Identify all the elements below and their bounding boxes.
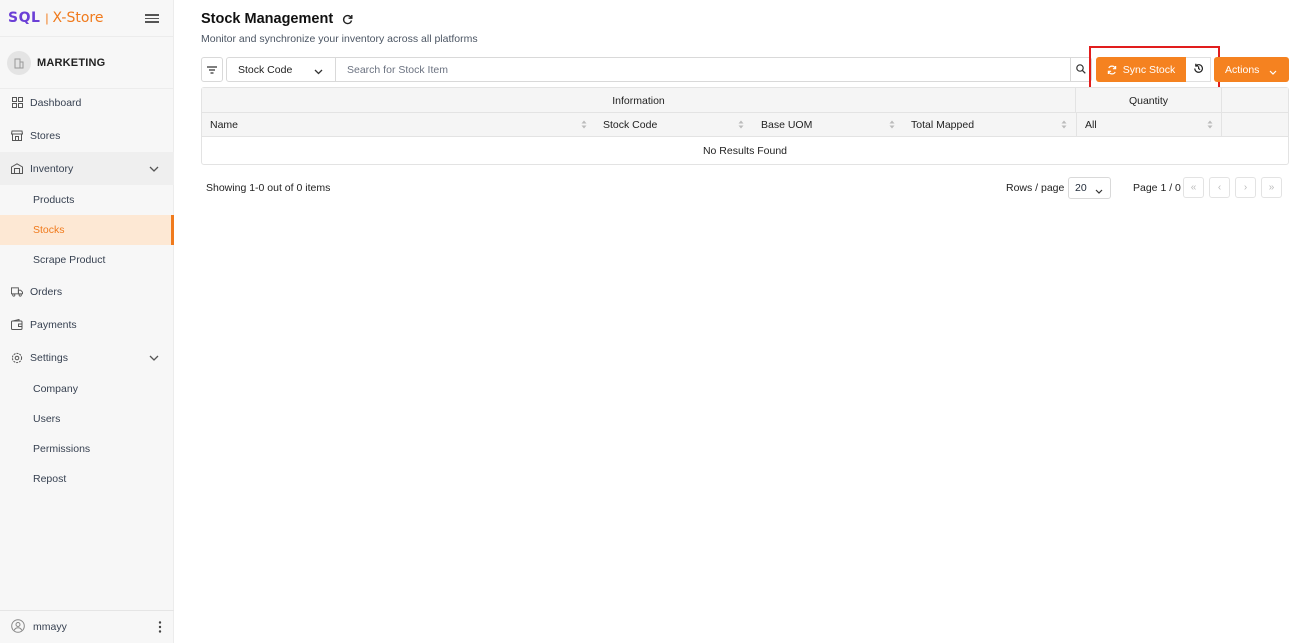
- sort-icon: [1061, 120, 1067, 129]
- stock-table: Information Quantity Name Stock Code Bas…: [201, 87, 1289, 165]
- sidebar-nav: Dashboard Stores Inventory Products Stoc…: [0, 86, 174, 494]
- org-name: MARKETING: [37, 56, 106, 69]
- sidebar-item-label: Dashboard: [30, 96, 82, 109]
- building-icon: [7, 50, 31, 75]
- store-icon: [11, 130, 23, 142]
- sync-history-button[interactable]: [1186, 57, 1211, 82]
- sort-icon: [581, 120, 587, 129]
- grid-icon: [11, 97, 23, 109]
- actions-button[interactable]: Actions: [1214, 57, 1289, 82]
- rows-per-page-label: Rows / page: [1006, 182, 1065, 194]
- search-input[interactable]: [336, 57, 1071, 82]
- refresh-icon[interactable]: [342, 14, 353, 25]
- chevron-down-icon: [149, 163, 159, 175]
- showing-count: Showing 1-0 out of 0 items: [206, 182, 331, 194]
- filter-button[interactable]: [201, 57, 223, 82]
- next-page-button[interactable]: ›: [1235, 177, 1256, 198]
- column-label: Name: [210, 119, 239, 131]
- chevrons-right-icon: »: [1268, 182, 1275, 193]
- sidebar-item-stores[interactable]: Stores: [0, 119, 174, 152]
- empty-state-message: No Results Found: [702, 145, 788, 157]
- column-header-stock-code[interactable]: Stock Code: [595, 113, 752, 137]
- sidebar-item-settings[interactable]: Settings: [0, 341, 174, 374]
- hamburger-menu-icon[interactable]: [145, 12, 159, 24]
- brand-logo-xstore: X-Store: [52, 10, 104, 26]
- wallet-icon: [11, 319, 23, 331]
- sidebar-item-repost[interactable]: Repost: [0, 464, 174, 494]
- sidebar-item-permissions[interactable]: Permissions: [0, 434, 174, 464]
- sidebar-item-label: Payments: [30, 318, 77, 331]
- sidebar-item-label: Settings: [30, 351, 68, 364]
- pagination: Showing 1-0 out of 0 items Rows / page 2…: [201, 176, 1289, 200]
- chevrons-left-icon: «: [1190, 182, 1197, 193]
- history-icon: [1193, 62, 1204, 77]
- truck-icon: [11, 286, 23, 298]
- brand-separator: |: [45, 11, 49, 25]
- last-page-button[interactable]: »: [1261, 177, 1282, 198]
- brand-logo-sql: SQL: [8, 10, 41, 26]
- sort-icon: [1207, 120, 1213, 129]
- column-label: Total Mapped: [911, 119, 975, 131]
- warehouse-icon: [11, 163, 23, 175]
- chevron-down-icon: [1269, 66, 1277, 78]
- column-label: Base UOM: [761, 119, 813, 131]
- sync-stock-label: Sync Stock: [1122, 63, 1176, 76]
- sidebar-item-products[interactable]: Products: [0, 185, 174, 215]
- gear-icon: [11, 352, 23, 364]
- column-header-base-uom[interactable]: Base UOM: [753, 113, 903, 137]
- sidebar-item-scrape-product[interactable]: Scrape Product: [0, 245, 174, 275]
- prev-page-button[interactable]: ‹: [1209, 177, 1230, 198]
- user-avatar-icon: [11, 618, 25, 636]
- toolbar: Stock Code Sync Stock Actions: [201, 46, 1289, 89]
- first-page-button[interactable]: «: [1183, 177, 1204, 198]
- user-menu[interactable]: mmayy: [0, 610, 174, 643]
- table-column-header: Name Stock Code Base UOM Total Mapped Al…: [202, 113, 1288, 137]
- column-header-name[interactable]: Name: [202, 113, 595, 137]
- filter-icon: [207, 62, 217, 77]
- sidebar-item-label: Inventory: [30, 162, 74, 175]
- column-header-total-mapped[interactable]: Total Mapped: [903, 113, 1075, 137]
- sort-icon: [738, 120, 744, 129]
- column-header-all[interactable]: All: [1076, 113, 1222, 137]
- sidebar-item-stocks[interactable]: Stocks: [0, 215, 174, 245]
- page-header: Stock Management: [201, 11, 353, 27]
- group-header-information: Information: [202, 88, 1076, 113]
- sidebar-item-inventory[interactable]: Inventory: [0, 152, 174, 185]
- brand-header: SQL | X-Store: [0, 0, 173, 37]
- column-label: Stock Code: [603, 119, 658, 131]
- sidebar-item-label: Orders: [30, 285, 63, 298]
- chevron-left-icon: ‹: [1217, 182, 1222, 193]
- sync-stock-button[interactable]: Sync Stock: [1096, 57, 1186, 82]
- chevron-right-icon: ›: [1243, 182, 1248, 193]
- user-name: mmayy: [33, 621, 67, 633]
- sidebar-item-dashboard[interactable]: Dashboard: [0, 86, 174, 119]
- rows-per-page-select[interactable]: 20: [1068, 177, 1111, 199]
- sidebar: SQL | X-Store MARKETING Dashboard Stores: [0, 0, 174, 643]
- more-vertical-icon[interactable]: [158, 621, 162, 636]
- page-indicator: Page 1 / 0: [1133, 182, 1181, 194]
- sidebar-item-users[interactable]: Users: [0, 404, 174, 434]
- sidebar-item-label: Stores: [30, 129, 61, 142]
- search-icon: [1076, 62, 1086, 77]
- page-title: Stock Management: [201, 11, 334, 27]
- sidebar-item-payments[interactable]: Payments: [0, 308, 174, 341]
- chevron-down-icon: [314, 66, 323, 78]
- rows-per-page-value: 20: [1075, 182, 1087, 194]
- sidebar-item-orders[interactable]: Orders: [0, 275, 174, 308]
- search-field-select[interactable]: Stock Code: [226, 57, 336, 82]
- chevron-down-icon: [149, 352, 159, 364]
- sidebar-item-company[interactable]: Company: [0, 374, 174, 404]
- sort-icon: [889, 120, 895, 129]
- search-field-value: Stock Code: [238, 63, 293, 76]
- column-label: All: [1085, 119, 1097, 131]
- chevron-down-icon: [1095, 185, 1103, 197]
- page-subtitle: Monitor and synchronize your inventory a…: [201, 33, 478, 45]
- org-switcher[interactable]: MARKETING: [0, 37, 173, 89]
- sync-icon: [1107, 65, 1117, 75]
- table-group-header: Information Quantity: [202, 88, 1288, 113]
- actions-label: Actions: [1225, 63, 1260, 76]
- group-header-quantity: Quantity: [1076, 88, 1222, 113]
